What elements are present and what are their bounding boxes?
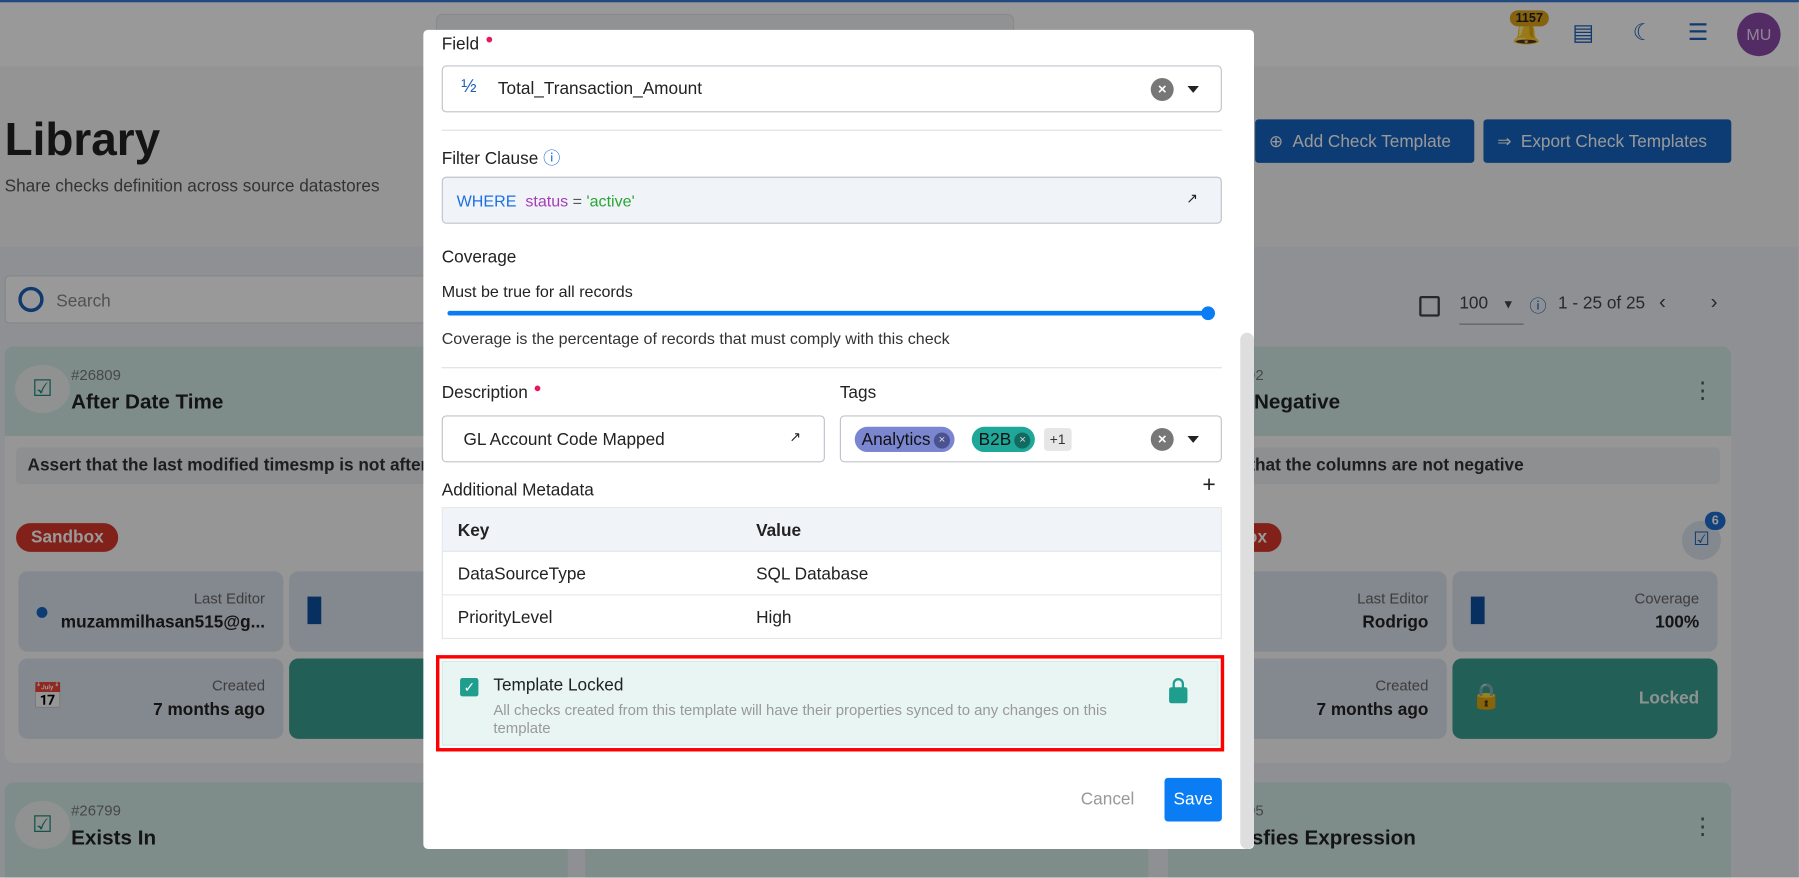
template-locked-title: Template Locked xyxy=(493,675,624,696)
template-locked-description: All checks created from this template wi… xyxy=(493,701,1107,737)
filter-clause-label: Filter Clause ⓘ xyxy=(441,149,561,169)
scrollbar[interactable] xyxy=(1240,332,1254,850)
chevron-down-icon[interactable] xyxy=(1187,86,1199,93)
cancel-button[interactable]: Cancel xyxy=(1081,789,1135,809)
table-row[interactable]: DataSourceType SQL Database xyxy=(442,552,1221,596)
expand-icon[interactable]: ↗ xyxy=(789,429,801,445)
lock-icon xyxy=(1169,678,1188,704)
filter-clause-editor[interactable]: WHERE status = 'active' ↗ xyxy=(441,176,1222,224)
remove-tag-icon[interactable]: × xyxy=(1014,431,1031,449)
table-row[interactable]: PriorityLevel High xyxy=(443,595,1221,639)
tags-label: Tags xyxy=(839,383,877,403)
tag-chip: Analytics × xyxy=(854,426,955,453)
table-header: Key Value xyxy=(442,508,1221,552)
coverage-label: Coverage xyxy=(441,247,517,268)
tag-chip: B2B × xyxy=(971,426,1036,453)
highlight-box: ✓ Template Locked All checks created fro… xyxy=(435,655,1225,752)
save-button[interactable]: Save xyxy=(1164,777,1222,822)
remove-tag-icon[interactable]: × xyxy=(933,431,951,449)
metadata-label: Additional Metadata xyxy=(441,480,594,501)
edit-template-dialog: Field ½ Total_Transaction_Amount × Filte… xyxy=(423,29,1254,850)
slider-fill xyxy=(447,310,1209,316)
chevron-down-icon[interactable] xyxy=(1187,435,1199,443)
add-metadata-button[interactable]: + xyxy=(1202,473,1215,499)
info-icon[interactable]: ⓘ xyxy=(543,149,560,169)
template-locked-panel: ✓ Template Locked All checks created fro… xyxy=(441,660,1219,746)
template-locked-checkbox[interactable]: ✓ xyxy=(460,678,479,697)
description-label: Description xyxy=(442,383,541,403)
clear-icon[interactable]: × xyxy=(1150,427,1174,451)
coverage-text: Must be true for all records xyxy=(441,282,633,301)
clear-icon[interactable]: × xyxy=(1150,78,1174,101)
coverage-slider[interactable] xyxy=(447,306,1215,321)
metadata-table: Key Value DataSourceType SQL Database Prio… xyxy=(441,507,1222,640)
more-tags-badge[interactable]: +1 xyxy=(1044,427,1072,451)
description-input[interactable]: GL Account Code Mapped ↗ xyxy=(441,415,825,463)
field-label: Field xyxy=(442,34,492,54)
tags-select[interactable]: Analytics × B2B × +1 × xyxy=(839,415,1222,463)
fraction-icon: ½ xyxy=(461,76,477,97)
expand-icon[interactable]: ↗ xyxy=(1186,190,1198,206)
coverage-help: Coverage is the percentage of records th… xyxy=(441,329,950,348)
field-select[interactable]: ½ Total_Transaction_Amount × xyxy=(441,65,1222,113)
slider-handle[interactable] xyxy=(1201,306,1215,321)
